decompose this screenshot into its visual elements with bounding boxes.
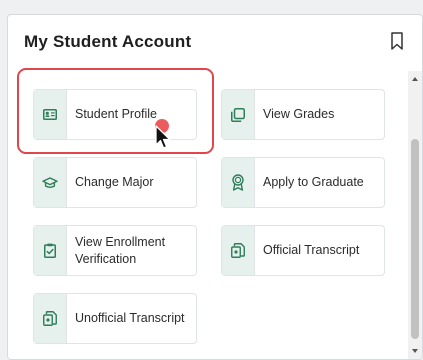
change-major-tile[interactable]: Change Major — [33, 157, 197, 208]
official-transcript-tile[interactable]: Official Transcript — [221, 225, 385, 276]
award-icon — [222, 158, 255, 207]
tile-label: Change Major — [75, 175, 154, 189]
tile-label: Apply to Graduate — [263, 175, 364, 189]
clipboard-check-icon — [34, 226, 67, 275]
tile-label: Unofficial Transcript — [75, 311, 185, 325]
bookmark-icon[interactable] — [390, 32, 404, 50]
view-grades-tile[interactable]: View Grades — [221, 89, 385, 140]
scrollbar-thumb[interactable] — [411, 139, 419, 339]
card-title: My Student Account — [24, 32, 192, 51]
view-enrollment-verification-tile[interactable]: View Enrollment Verification — [33, 225, 197, 276]
mouse-cursor-icon — [155, 125, 171, 149]
copy-icon — [222, 90, 255, 139]
scroll-up-arrow-icon[interactable] — [411, 75, 419, 83]
my-student-account-card: My Student Account Student Profile View … — [7, 14, 423, 360]
tile-label: View Grades — [263, 107, 335, 121]
scroll-down-arrow-icon[interactable] — [411, 347, 419, 355]
document-icon — [34, 294, 67, 343]
vertical-scrollbar[interactable] — [408, 71, 422, 359]
apply-to-graduate-tile[interactable]: Apply to Graduate — [221, 157, 385, 208]
tile-label: View Enrollment Verification — [75, 234, 166, 266]
unofficial-transcript-tile[interactable]: Unofficial Transcript — [33, 293, 197, 344]
tile-label: Official Transcript — [263, 243, 360, 257]
highlight-box — [17, 68, 214, 154]
graduation-cap-icon — [34, 158, 67, 207]
document-icon — [222, 226, 255, 275]
